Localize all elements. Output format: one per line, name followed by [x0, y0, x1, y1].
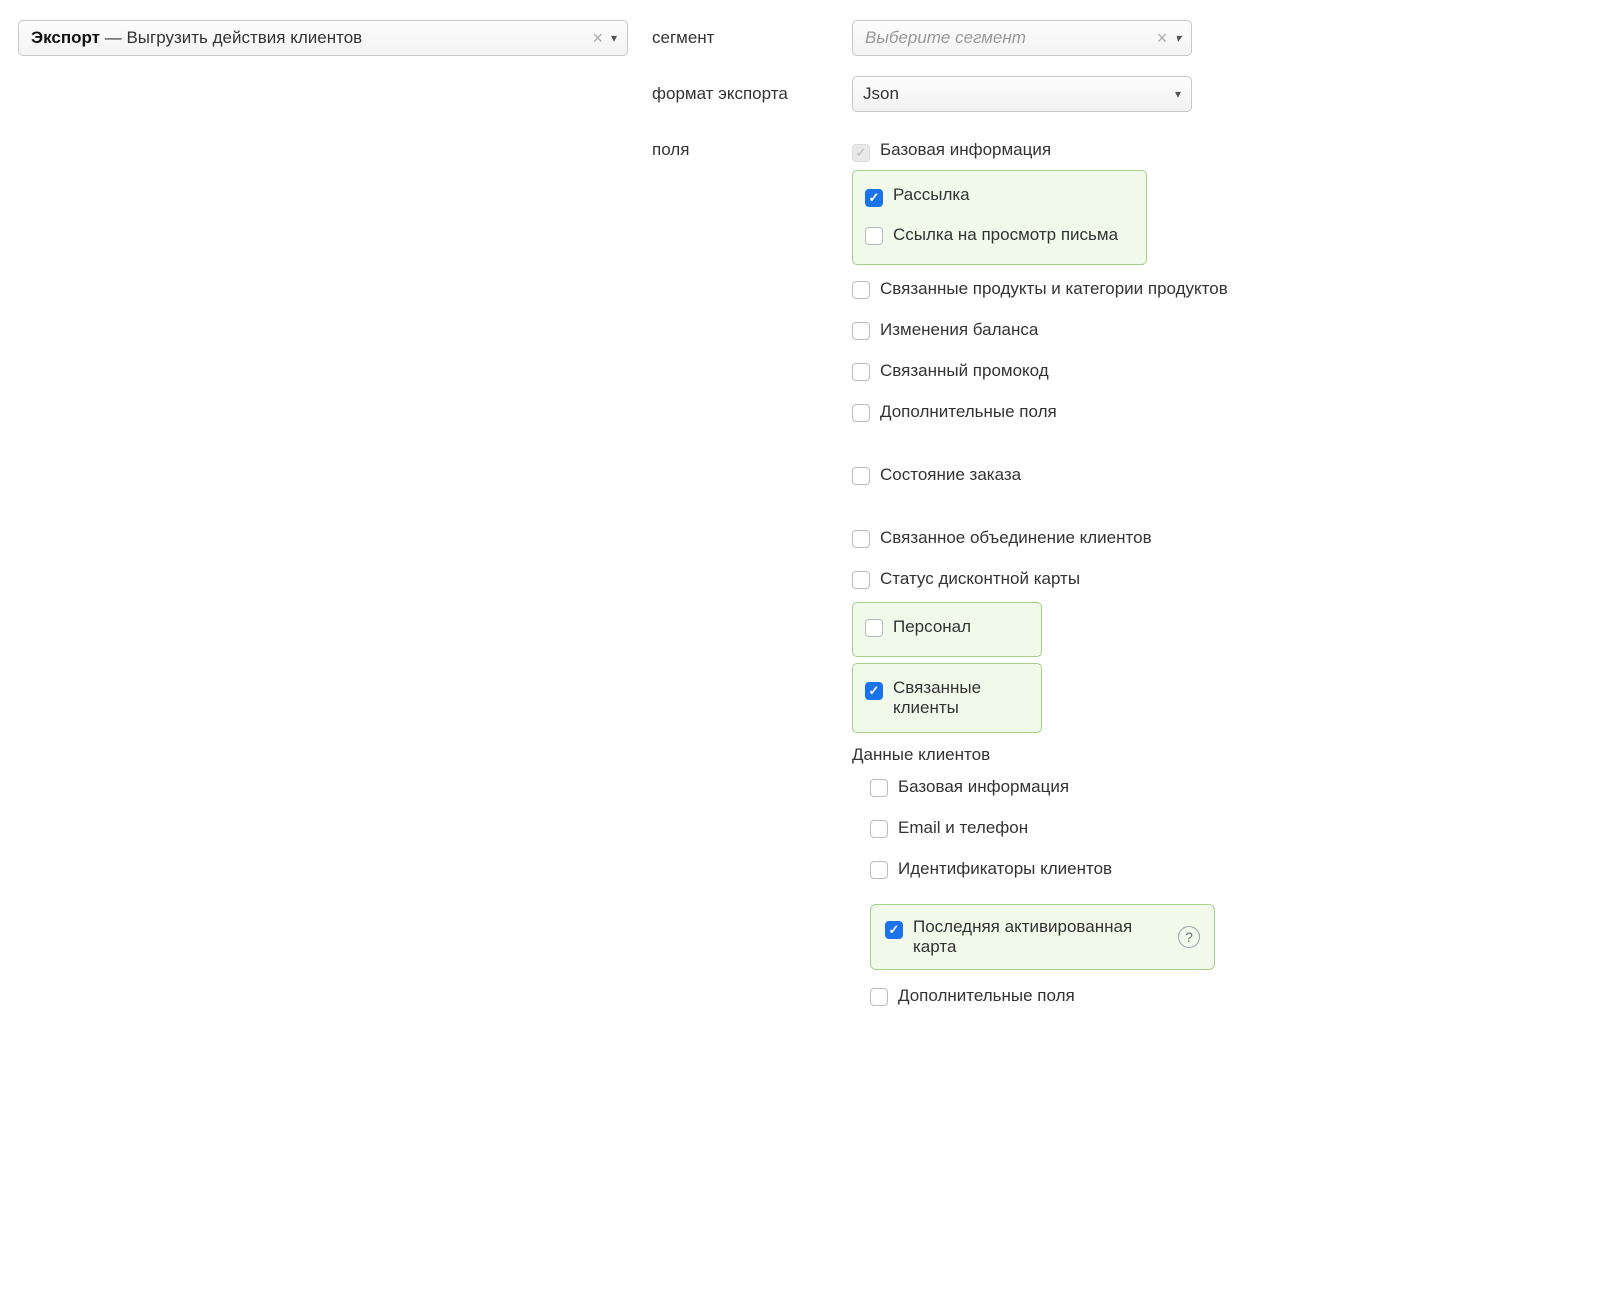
checkbox-icon[interactable] — [870, 779, 888, 797]
field-mailing[interactable]: Рассылка — [865, 181, 1134, 211]
field-discount-status[interactable]: Статус дисконтной карты — [852, 561, 1581, 602]
checkbox-icon[interactable] — [852, 467, 870, 485]
field-related-clients-group: Связанные клиенты — [852, 663, 1042, 733]
field-mailing-group: Рассылка Ссылка на просмотр письма — [852, 170, 1147, 265]
chevron-down-icon[interactable]: ▾ — [1171, 31, 1185, 45]
field-related-promo[interactable]: Связанный промокод — [852, 353, 1581, 394]
checkbox-checked-icon[interactable] — [865, 682, 883, 700]
export-type-label: Экспорт — Выгрузить действия клиентов — [31, 28, 588, 48]
field-personnel[interactable]: Персонал — [865, 613, 1029, 646]
segment-select[interactable]: Выберите сегмент × ▾ — [852, 20, 1192, 56]
chevron-down-icon[interactable]: ▾ — [607, 31, 621, 45]
checkbox-icon[interactable] — [852, 404, 870, 422]
field-base-info: Базовая информация — [852, 132, 1581, 170]
checkbox-icon[interactable] — [865, 619, 883, 637]
clear-icon[interactable]: × — [588, 29, 607, 47]
field-mailing-link[interactable]: Ссылка на просмотр письма — [865, 221, 1134, 254]
export-format-label: формат экспорта — [652, 76, 852, 104]
checkbox-icon[interactable] — [852, 281, 870, 299]
clear-icon[interactable]: × — [1152, 29, 1171, 47]
checkbox-checked-icon[interactable] — [885, 921, 903, 939]
help-icon[interactable]: ? — [1178, 926, 1200, 948]
field-order-state[interactable]: Состояние заказа — [852, 457, 1581, 498]
field-additional-fields[interactable]: Дополнительные поля — [852, 394, 1581, 435]
checkbox-icon[interactable] — [865, 227, 883, 245]
cd-last-activated-card[interactable]: Последняя активированная карта — [885, 917, 1170, 957]
cd-client-ids[interactable]: Идентификаторы клиентов — [870, 851, 1581, 892]
checkbox-icon[interactable] — [852, 322, 870, 340]
checkbox-icon[interactable] — [870, 820, 888, 838]
export-format-value: Json — [863, 84, 1175, 104]
field-related-clients[interactable]: Связанные клиенты — [865, 674, 1029, 722]
cd-email-phone[interactable]: Email и телефон — [870, 810, 1581, 851]
clients-data-title: Данные клиентов — [852, 739, 1581, 769]
export-format-select[interactable]: Json ▾ — [852, 76, 1192, 112]
cd-base-info[interactable]: Базовая информация — [870, 769, 1581, 810]
segment-label: сегмент — [652, 20, 852, 48]
cd-last-card-group: Последняя активированная карта ? — [870, 904, 1215, 970]
field-related-products[interactable]: Связанные продукты и категории продуктов — [852, 271, 1581, 312]
fields-label: поля — [652, 132, 852, 160]
field-balance-changes[interactable]: Изменения баланса — [852, 312, 1581, 353]
checkbox-icon[interactable] — [870, 988, 888, 1006]
checkbox-icon[interactable] — [870, 861, 888, 879]
checkbox-icon[interactable] — [852, 571, 870, 589]
checkbox-checked-icon[interactable] — [865, 189, 883, 207]
checkbox-icon[interactable] — [852, 530, 870, 548]
field-client-union[interactable]: Связанное объединение клиентов — [852, 520, 1581, 561]
export-type-select[interactable]: Экспорт — Выгрузить действия клиентов × … — [18, 20, 628, 56]
segment-placeholder: Выберите сегмент — [865, 28, 1152, 48]
checkbox-icon[interactable] — [852, 363, 870, 381]
field-personnel-group: Персонал — [852, 602, 1042, 657]
checkbox-disabled-icon — [852, 144, 870, 162]
cd-additional-fields[interactable]: Дополнительные поля — [870, 978, 1581, 1019]
chevron-down-icon: ▾ — [1175, 87, 1181, 101]
